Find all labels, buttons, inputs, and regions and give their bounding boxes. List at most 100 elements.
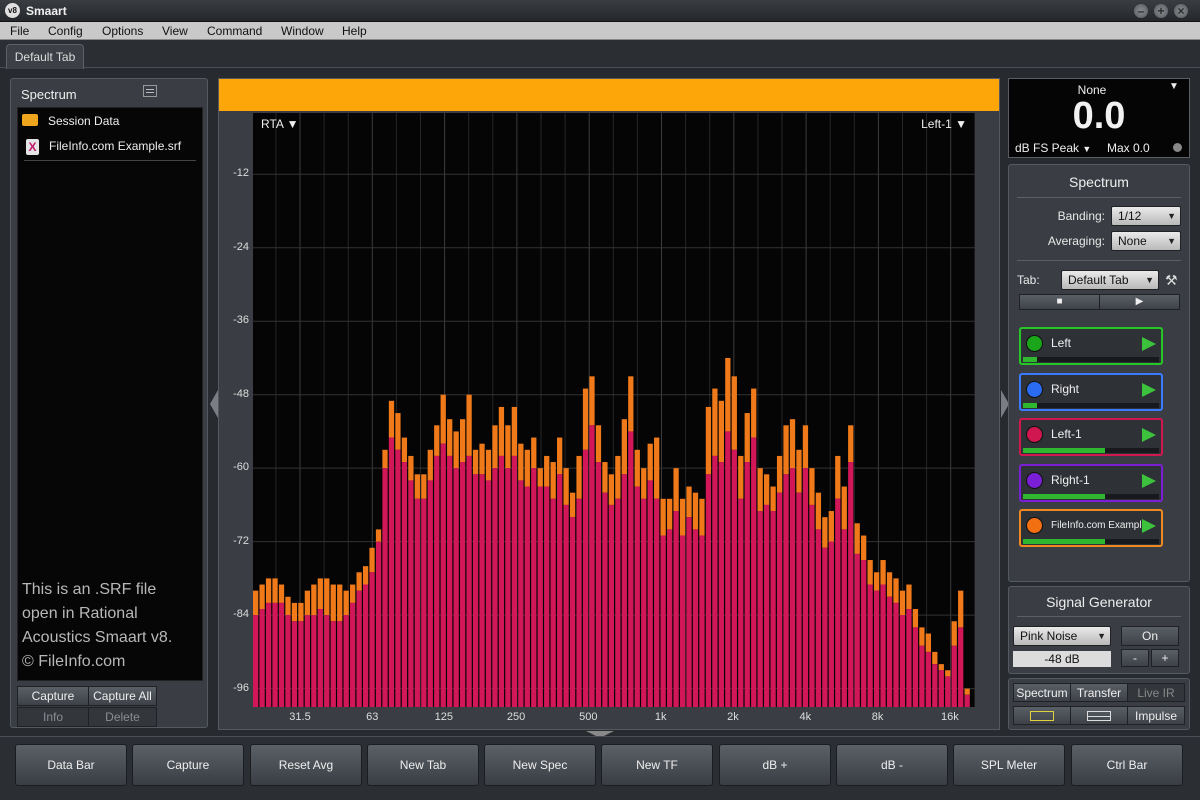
mode-spectrum-button[interactable]: Spectrum [1013, 683, 1071, 702]
spectrum-bar [731, 449, 737, 707]
channel-fileinfo-example[interactable]: FileInfo.com Example [1019, 509, 1163, 547]
level-down-button[interactable]: - [1121, 649, 1149, 667]
tools-icon[interactable]: ⚒ [1165, 272, 1178, 289]
meter-type-label: dB FS Peak [1015, 141, 1080, 155]
generator-on-button[interactable]: On [1121, 626, 1179, 646]
generator-level[interactable]: -48 dB [1013, 651, 1111, 667]
measurement-mode-selector[interactable]: RTA ▼ [261, 117, 298, 131]
play-icon[interactable] [1142, 519, 1156, 533]
play-icon[interactable] [1142, 383, 1156, 397]
new-spec-button[interactable]: New Spec [484, 744, 596, 786]
peak-hold-segment [679, 498, 686, 536]
averaging-select[interactable]: None ▼ [1111, 231, 1181, 251]
tree-item-session-data[interactable]: Session Data [48, 114, 119, 128]
tab-select[interactable]: Default Tab ▼ [1061, 270, 1159, 290]
menu-help[interactable]: Help [342, 24, 367, 38]
list-menu-icon[interactable] [143, 85, 157, 97]
banding-value: 1/12 [1118, 209, 1142, 223]
single-view-button[interactable] [1013, 706, 1071, 725]
peak-hold-segment [615, 455, 621, 499]
peak-hold-segment [453, 431, 459, 469]
level-meter[interactable]: None ▼ 0.0 dB FS Peak ▼ Max 0.0 [1008, 78, 1190, 158]
spectrum-chart [253, 113, 975, 707]
rta-plot[interactable]: RTA ▼ Left-1 ▼ [253, 113, 975, 707]
menu-file[interactable]: File [10, 24, 29, 38]
meter-value: 0.0 [1072, 95, 1126, 137]
db-minus-button[interactable]: dB - [836, 744, 948, 786]
peak-hold-segment [421, 474, 427, 499]
ctrl-bar-button[interactable]: Ctrl Bar [1071, 744, 1183, 786]
close-button[interactable]: × [1174, 4, 1188, 18]
capture-button[interactable]: Capture [17, 686, 89, 706]
capture-cmd-button[interactable]: Capture [132, 744, 244, 786]
menu-options[interactable]: Options [102, 24, 143, 38]
split-view-button[interactable] [1070, 706, 1128, 725]
spectrum-bar [861, 560, 867, 707]
tab-default[interactable]: Default Tab [6, 44, 84, 69]
spectrum-bar [621, 474, 627, 707]
peak-hold-segment [815, 492, 822, 530]
channel-level-meter [1023, 539, 1159, 544]
data-bar-button[interactable]: Data Bar [15, 744, 127, 786]
menu-window[interactable]: Window [281, 24, 324, 38]
capture-all-button[interactable]: Capture All [88, 686, 157, 706]
channel-left[interactable]: Left [1019, 327, 1163, 365]
channel-right-1[interactable]: Right-1 [1019, 464, 1163, 502]
menu-command[interactable]: Command [207, 24, 262, 38]
impulse-button[interactable]: Impulse [1127, 706, 1185, 725]
peak-hold-segment [395, 413, 401, 450]
peak-hold-segment [317, 578, 323, 610]
mode-transfer-button[interactable]: Transfer [1070, 683, 1128, 702]
play-icon[interactable] [1142, 474, 1156, 488]
spectrum-panel-title: Spectrum [1069, 174, 1129, 190]
tree-item-example-srf[interactable]: FileInfo.com Example.srf [49, 139, 181, 153]
peak-hold-segment [369, 547, 375, 573]
spectrum-bar [337, 621, 343, 707]
channel-left-1[interactable]: Left-1 [1019, 418, 1163, 456]
start-button[interactable]: ▶ [1099, 294, 1180, 310]
new-tab-button[interactable]: New Tab [367, 744, 479, 786]
peak-hold-segment [362, 566, 369, 585]
play-icon[interactable] [1142, 428, 1156, 442]
spectrum-bar [699, 535, 705, 707]
reset-avg-button[interactable]: Reset Avg [250, 744, 362, 786]
new-tf-button[interactable]: New TF [601, 744, 713, 786]
maximize-button[interactable]: + [1154, 4, 1168, 18]
spectrum-bar [343, 615, 349, 707]
peak-hold-segment [350, 584, 356, 603]
peak-hold-segment [647, 443, 653, 481]
stop-button[interactable]: ■ [1019, 294, 1100, 310]
mode-live-ir-button[interactable]: Live IR [1127, 683, 1185, 702]
spl-meter-button[interactable]: SPL Meter [953, 744, 1065, 786]
level-up-button[interactable]: + [1151, 649, 1179, 667]
banding-select[interactable]: 1/12 ▼ [1111, 206, 1181, 226]
menu-config[interactable]: Config [48, 24, 83, 38]
spectrum-bar [311, 615, 317, 707]
info-button[interactable]: Info [17, 707, 89, 727]
peak-hold-segment [537, 468, 543, 487]
peak-hold-segment [835, 455, 841, 499]
collapse-left-arrow[interactable] [210, 390, 218, 418]
signal-generator-panel: Signal Generator Pink Noise ▼ On -48 dB -… [1008, 586, 1190, 674]
y-tick-label: -36 [233, 314, 249, 327]
peak-hold-segment [582, 388, 589, 450]
meter-source-caret-icon[interactable]: ▼ [1169, 81, 1179, 92]
peak-hold-segment [505, 425, 511, 469]
spectrum-bar [893, 602, 899, 707]
db-plus-button[interactable]: dB + [719, 744, 831, 786]
meter-type[interactable]: dB FS Peak ▼ [1015, 141, 1091, 155]
minimize-button[interactable]: – [1134, 4, 1148, 18]
peak-hold-segment [764, 474, 770, 505]
trace-selector[interactable]: Left-1 ▼ [921, 117, 967, 131]
play-icon[interactable] [1142, 337, 1156, 351]
watermark-text: This is an .SRF file open in Rational Ac… [22, 578, 204, 674]
spectrum-bar [421, 498, 427, 707]
menu-view[interactable]: View [162, 24, 188, 38]
signal-type-select[interactable]: Pink Noise ▼ [1013, 626, 1111, 646]
peak-hold-segment [893, 578, 899, 603]
y-tick-label: -48 [233, 387, 249, 400]
peak-hold-segment [725, 357, 731, 432]
channel-right[interactable]: Right [1019, 373, 1163, 411]
spectrum-bar [899, 615, 906, 707]
delete-button[interactable]: Delete [88, 707, 157, 727]
